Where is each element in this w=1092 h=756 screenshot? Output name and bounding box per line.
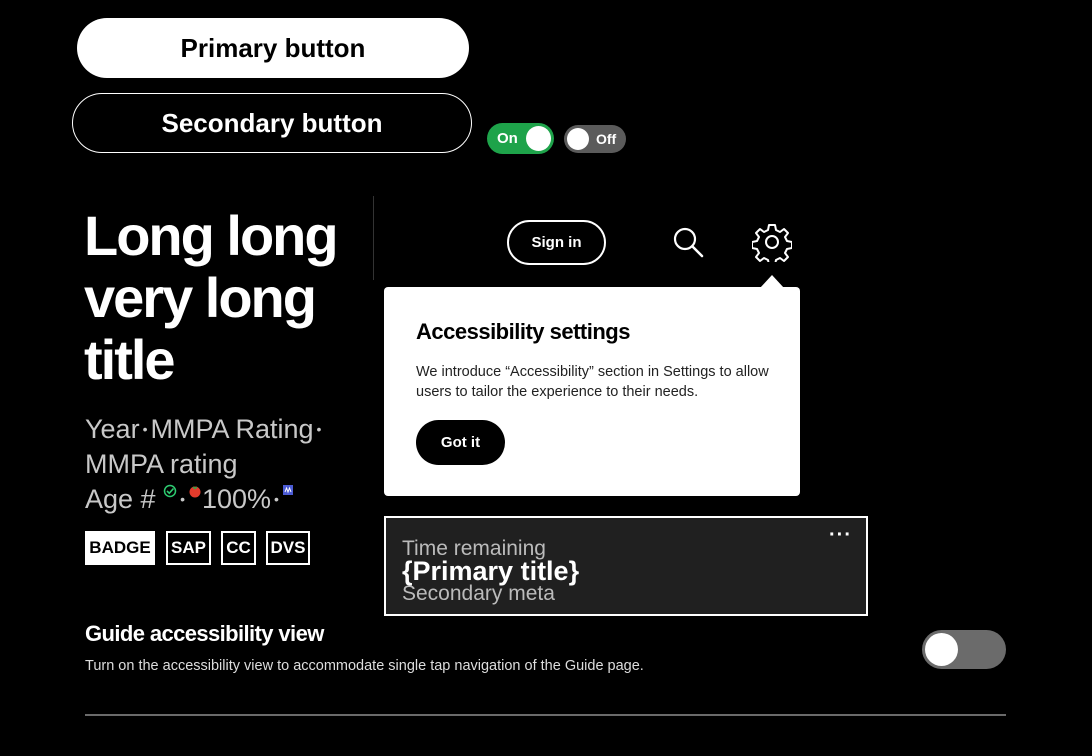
toggle-on-label: On — [497, 130, 518, 147]
badge-cc: CC — [221, 531, 256, 565]
card-meta: Secondary meta — [402, 582, 555, 605]
gear-icon[interactable] — [751, 222, 793, 267]
title-meta: Year • MMPA Rating • MMPA rating Age # • 100… — [85, 412, 375, 517]
badge-sap: SAP — [166, 531, 211, 565]
meta-rating: MMPA Rating — [150, 414, 314, 444]
toggle-knob — [925, 633, 958, 666]
secondary-button[interactable]: Secondary button — [72, 93, 472, 153]
meta-dot: • — [316, 421, 322, 437]
popover-body: We introduce “Accessibility” section in … — [416, 364, 769, 400]
got-it-button[interactable]: Got it — [416, 420, 505, 465]
horizontal-divider — [85, 714, 1006, 716]
toggle-knob — [567, 128, 589, 150]
accessibility-popover: Accessibility settings We introduce “Acc… — [384, 287, 800, 496]
guide-description: Turn on the accessibility view to accomm… — [85, 658, 644, 674]
toggle-knob — [526, 126, 551, 151]
page-title: Long long very long title — [84, 204, 339, 391]
toggle-on[interactable]: On — [487, 123, 554, 154]
meta-dot: • — [274, 491, 279, 507]
meta-score: 100% — [201, 484, 272, 514]
meta-dot: • — [142, 421, 148, 437]
search-icon[interactable] — [670, 224, 706, 265]
meta-age: Age # — [85, 484, 156, 514]
more-options-icon[interactable]: ··· — [829, 524, 852, 547]
meta-year: Year — [85, 414, 140, 444]
vertical-divider — [373, 196, 374, 280]
sign-in-button[interactable]: Sign in — [507, 220, 606, 265]
toggle-off-label: Off — [596, 131, 617, 147]
tomato-icon — [189, 486, 201, 498]
meta-dot: • — [180, 491, 185, 507]
toggle-off[interactable]: Off — [564, 125, 626, 153]
popover-title: Accessibility settings — [416, 319, 630, 344]
primary-button[interactable]: Primary button — [77, 18, 469, 78]
badge: BADGE — [85, 531, 155, 565]
check-circle-icon — [163, 484, 177, 498]
rating-badge-icon — [282, 485, 293, 495]
guide-accessibility-toggle[interactable] — [922, 630, 1006, 669]
guide-title: Guide accessibility view — [85, 621, 324, 646]
content-card[interactable]: Time remaining {Primary title} Secondary… — [384, 516, 868, 616]
meta-rating-secondary: MMPA rating — [85, 449, 238, 479]
badge-dvs: DVS — [266, 531, 310, 565]
